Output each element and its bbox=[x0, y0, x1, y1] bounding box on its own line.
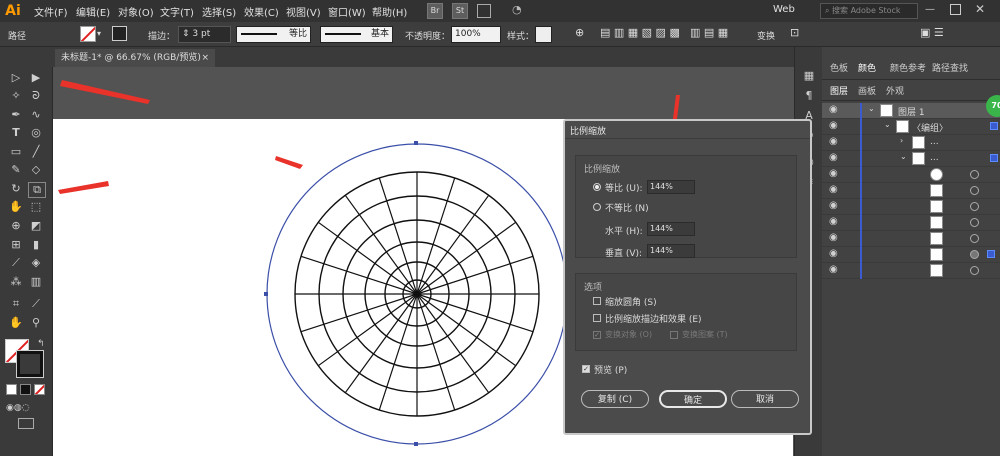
uniform-input[interactable]: 144% bbox=[647, 180, 695, 194]
uniform-radio[interactable] bbox=[593, 183, 601, 191]
scale-group: 比例缩放 等比 (U): 144% 不等比 (N) 水平 (H): 144% 垂… bbox=[575, 155, 797, 259]
visibility-eye-icon[interactable]: ◉ bbox=[829, 120, 838, 131]
paragraph-icon[interactable]: ¶ bbox=[801, 89, 817, 103]
layer-row[interactable]: ◉ ⌄ ... bbox=[822, 151, 1000, 167]
layer-thumbnail bbox=[896, 120, 909, 133]
nonuniform-radio[interactable] bbox=[593, 203, 601, 211]
expand-chevron-icon[interactable]: › bbox=[900, 136, 903, 145]
layer-row[interactable]: ◉ ⌄ 〈编组〉 bbox=[822, 119, 1000, 135]
layer-thumbnail bbox=[930, 168, 943, 181]
layer-thumbnail bbox=[930, 200, 943, 213]
visibility-eye-icon[interactable]: ◉ bbox=[829, 248, 838, 259]
visibility-eye-icon[interactable]: ◉ bbox=[829, 232, 838, 243]
options-group: 选项 缩放圆角 (S) 比例缩放描边和效果 (E) ✓ 变换对象 (O) 变换图… bbox=[575, 273, 797, 351]
expand-chevron-icon[interactable]: ⌄ bbox=[868, 104, 875, 113]
tab-swatches[interactable]: 色板 bbox=[830, 61, 848, 74]
transform-patterns-checkbox bbox=[670, 331, 678, 339]
target-icon[interactable] bbox=[970, 170, 979, 179]
preview-checkbox[interactable]: ✓ bbox=[582, 365, 590, 373]
tab-pathfinder[interactable]: 路径查找 bbox=[932, 61, 968, 74]
preview-label: 预览 (P) bbox=[594, 366, 628, 376]
target-icon[interactable] bbox=[970, 266, 979, 275]
layer-row[interactable]: ◉ bbox=[822, 167, 1000, 183]
copy-button[interactable]: 复制 (C) bbox=[581, 390, 649, 408]
layer-thumbnail bbox=[912, 152, 925, 165]
horizontal-input[interactable]: 144% bbox=[647, 222, 695, 236]
scale-group-title: 比例缩放 bbox=[584, 165, 621, 175]
uniform-label: 等比 (U): bbox=[605, 184, 643, 194]
tab-color-guide[interactable]: 颜色参考 bbox=[890, 61, 926, 74]
target-icon[interactable] bbox=[990, 154, 998, 162]
visibility-eye-icon[interactable]: ◉ bbox=[829, 152, 838, 163]
target-icon[interactable] bbox=[990, 122, 998, 130]
layer-row[interactable]: ◉ bbox=[822, 247, 1000, 263]
layer-row[interactable]: ◉ bbox=[822, 183, 1000, 199]
pathfinder-icon[interactable]: ▦ bbox=[801, 69, 817, 83]
selection-indicator[interactable] bbox=[987, 250, 995, 258]
dialog-title: 比例缩放 bbox=[570, 127, 607, 137]
visibility-eye-icon[interactable]: ◉ bbox=[829, 104, 838, 115]
layer-color-bar bbox=[860, 103, 862, 279]
cancel-button[interactable]: 取消 bbox=[731, 390, 799, 408]
layer-row[interactable]: ◉ bbox=[822, 215, 1000, 231]
vertical-input[interactable]: 144% bbox=[647, 244, 695, 258]
scale-corners-label: 缩放圆角 (S) bbox=[605, 298, 657, 308]
visibility-eye-icon[interactable]: ◉ bbox=[829, 184, 838, 195]
visibility-eye-icon[interactable]: ◉ bbox=[829, 168, 838, 179]
tab-artboards[interactable]: 画板 bbox=[858, 84, 876, 97]
scale-dialog: 比例缩放 比例缩放 等比 (U): 144% 不等比 (N) 水平 (H): 1… bbox=[563, 119, 812, 435]
layer-row[interactable]: ◉ ⌄ 图层 1 bbox=[822, 103, 1000, 119]
nonuniform-label: 不等比 (N) bbox=[605, 204, 649, 214]
layer-thumbnail bbox=[930, 232, 943, 245]
layer-label: 〈编组〉 bbox=[912, 124, 949, 134]
tab-appearance[interactable]: 外观 bbox=[886, 84, 904, 97]
layer-thumbnail bbox=[880, 104, 893, 117]
scale-strokes-checkbox[interactable] bbox=[593, 314, 601, 322]
horizontal-label: 水平 (H): bbox=[605, 227, 643, 237]
visibility-eye-icon[interactable]: ◉ bbox=[829, 136, 838, 147]
layer-thumbnail bbox=[912, 136, 925, 149]
red-arrow-artwork bbox=[275, 156, 303, 169]
red-arrow-scale-tool bbox=[58, 181, 109, 194]
layer-label: 图层 1 bbox=[898, 108, 925, 118]
transform-objects-label: 变换对象 (O) bbox=[605, 330, 653, 339]
vertical-label: 垂直 (V): bbox=[605, 249, 643, 259]
tab-color[interactable]: 颜色 bbox=[858, 61, 876, 74]
layer-thumbnail bbox=[930, 248, 943, 261]
visibility-eye-icon[interactable]: ◉ bbox=[829, 264, 838, 275]
target-icon[interactable] bbox=[970, 250, 979, 259]
target-icon[interactable] bbox=[970, 234, 979, 243]
transform-objects-checkbox: ✓ bbox=[593, 331, 601, 339]
layers-panel: 色板 颜色 颜色参考 路径查找 图层 画板 外观 ◉ ⌄ 图层 1 ◉ ⌄ 〈编… bbox=[822, 47, 1000, 456]
visibility-eye-icon[interactable]: ◉ bbox=[829, 216, 838, 227]
red-arrow-toolbar bbox=[60, 80, 150, 104]
target-icon[interactable] bbox=[970, 186, 979, 195]
scale-corners-checkbox[interactable] bbox=[593, 297, 601, 305]
layer-thumbnail bbox=[930, 216, 943, 229]
layer-thumbnail bbox=[930, 264, 943, 277]
layer-row[interactable]: ◉ bbox=[822, 231, 1000, 247]
options-group-title: 选项 bbox=[584, 283, 603, 293]
layer-row[interactable]: ◉ bbox=[822, 199, 1000, 215]
expand-chevron-icon[interactable]: ⌄ bbox=[884, 120, 891, 129]
visibility-eye-icon[interactable]: ◉ bbox=[829, 200, 838, 211]
target-icon[interactable] bbox=[970, 218, 979, 227]
ok-button[interactable]: 确定 bbox=[659, 390, 727, 408]
layer-row[interactable]: ◉ bbox=[822, 263, 1000, 279]
target-icon[interactable] bbox=[970, 202, 979, 211]
layer-row[interactable]: ◉ › ... bbox=[822, 135, 1000, 151]
transform-patterns-label: 变换图案 (T) bbox=[682, 330, 728, 339]
layer-label: ... bbox=[930, 137, 939, 147]
layer-thumbnail bbox=[930, 184, 943, 197]
layer-label: ... bbox=[930, 153, 939, 163]
scale-strokes-label: 比例缩放描边和效果 (E) bbox=[605, 315, 702, 325]
tab-layers[interactable]: 图层 bbox=[830, 84, 848, 97]
expand-chevron-icon[interactable]: ⌄ bbox=[900, 152, 907, 161]
